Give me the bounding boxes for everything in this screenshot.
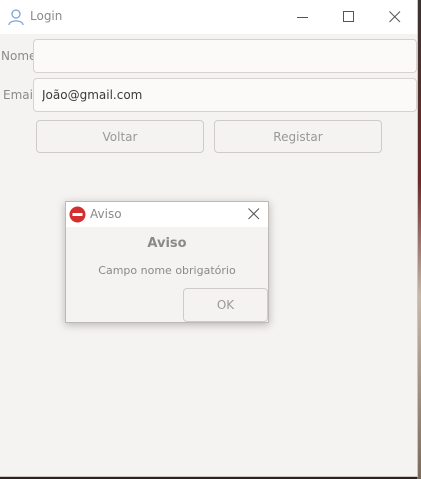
ok-button[interactable]: OK (183, 288, 268, 322)
name-label: Nome (1, 49, 37, 63)
title-bar[interactable]: Login (0, 0, 417, 34)
dialog-heading: Aviso (147, 236, 187, 251)
close-icon (389, 11, 401, 23)
close-button[interactable] (372, 0, 418, 34)
close-icon (248, 208, 260, 220)
login-window: Login Nome Email Voltar Registar (0, 0, 418, 477)
maximize-button[interactable] (326, 0, 372, 34)
warning-dialog: Aviso Aviso Campo nome obrigatório OK (65, 201, 269, 323)
email-field[interactable] (33, 78, 417, 112)
user-icon (8, 9, 24, 26)
dialog-close-button[interactable] (240, 202, 268, 227)
dialog-message: Campo nome obrigatório (98, 264, 236, 277)
dialog-title: Aviso (90, 207, 122, 221)
name-field[interactable] (33, 39, 417, 73)
back-button[interactable]: Voltar (36, 120, 204, 153)
minimize-icon (297, 17, 308, 18)
dialog-title-bar[interactable]: Aviso (66, 202, 268, 227)
maximize-icon (343, 11, 354, 22)
minimize-button[interactable] (280, 0, 326, 34)
window-title: Login (30, 9, 63, 23)
error-icon (69, 206, 86, 223)
register-button[interactable]: Registar (214, 120, 382, 153)
email-label: Email (3, 88, 37, 102)
